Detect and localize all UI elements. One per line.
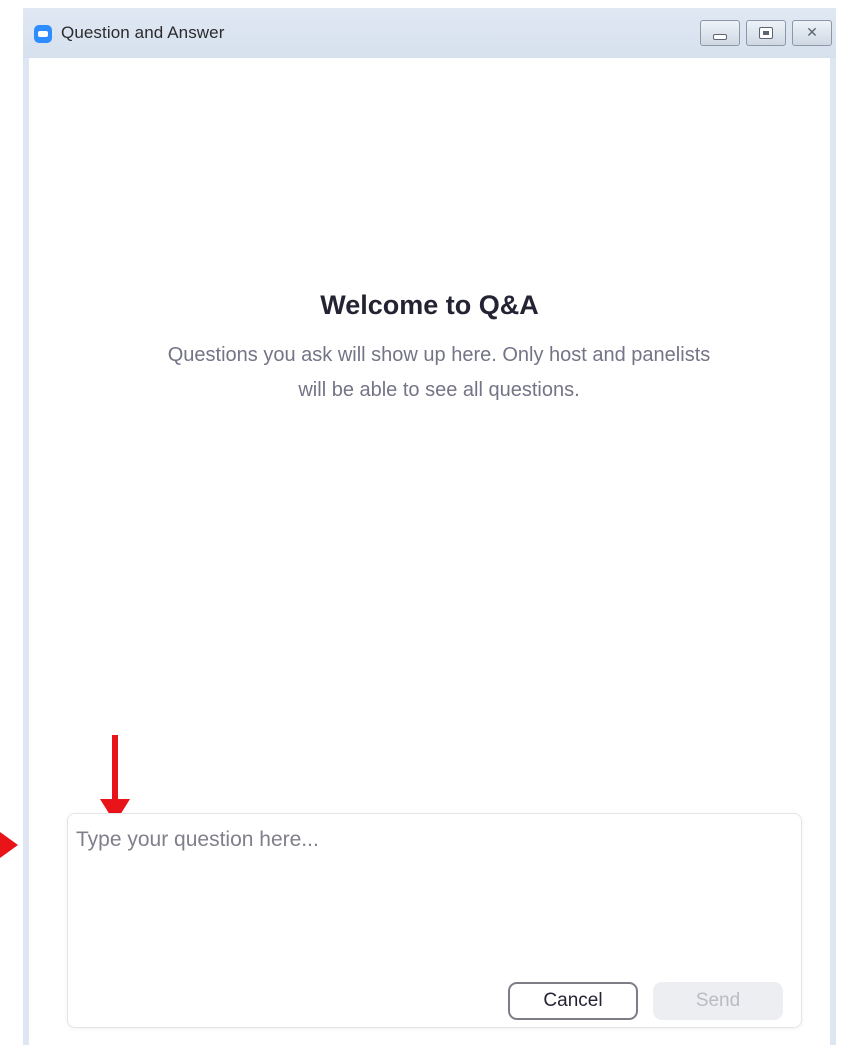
welcome-title: Welcome to Q&A	[320, 290, 539, 320]
annotation-arrow-input	[100, 735, 130, 825]
welcome-subtitle: Questions you ask will show up here. Onl…	[167, 344, 711, 401]
qa-window: Question and Answer ✕ Welcome to Q&A Que…	[23, 8, 836, 1045]
minimize-icon	[713, 34, 727, 40]
minimize-button[interactable]	[700, 20, 740, 46]
window-controls: ✕	[700, 20, 832, 46]
close-button[interactable]: ✕	[792, 20, 832, 46]
cancel-button[interactable]: Cancel	[508, 982, 638, 1020]
window-title: Question and Answer	[61, 23, 225, 42]
zoom-app-icon	[34, 25, 52, 43]
annotation-arrow-left-edge	[0, 832, 18, 858]
title-bar[interactable]: Question and Answer ✕	[23, 8, 836, 58]
close-icon: ✕	[806, 25, 818, 41]
maximize-button[interactable]	[746, 20, 786, 46]
question-compose-box: Cancel Send	[67, 813, 802, 1028]
question-input[interactable]	[76, 824, 791, 972]
send-button[interactable]: Send	[653, 982, 783, 1020]
maximize-icon	[759, 27, 773, 39]
screen: Question and Answer ✕ Welcome to Q&A Que…	[0, 0, 851, 1045]
